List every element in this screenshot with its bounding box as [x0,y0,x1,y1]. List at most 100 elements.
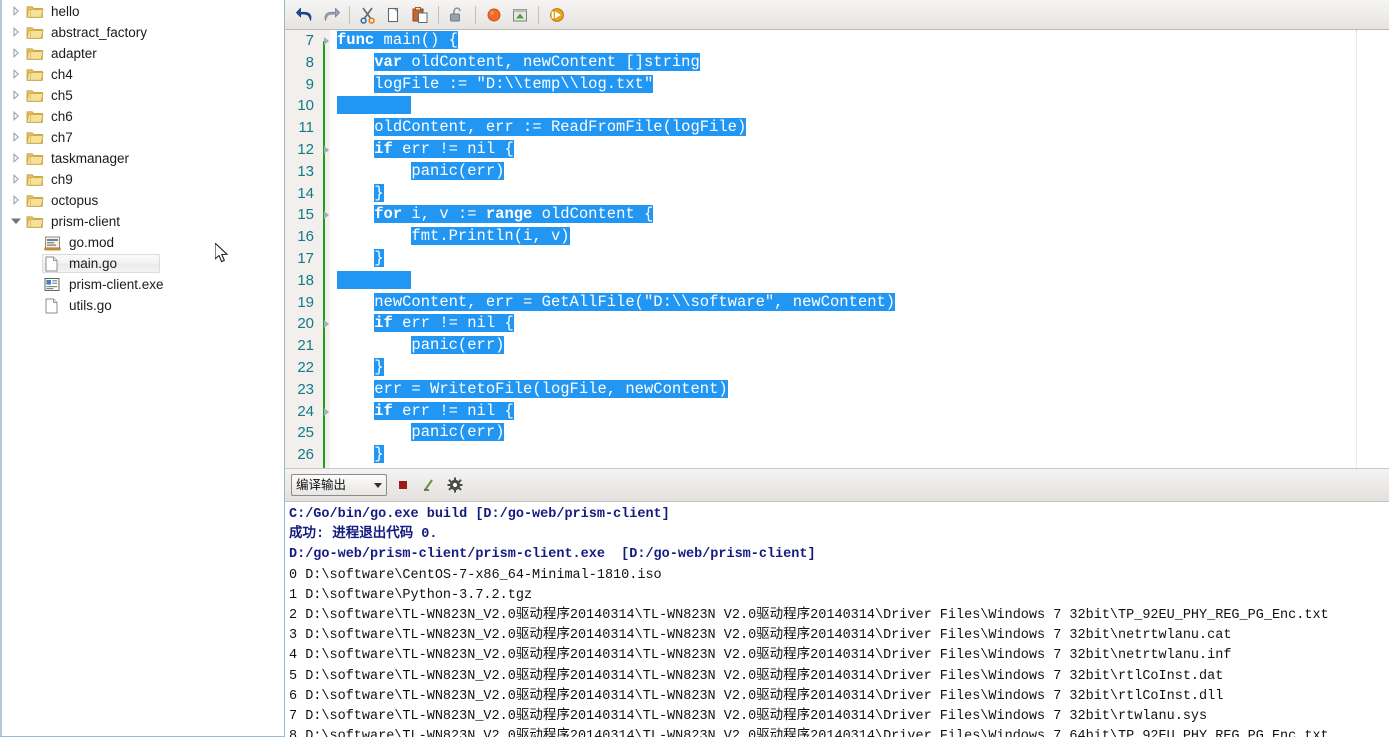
tree-item-main-go[interactable]: main.go [2,253,284,274]
line-number-value: 22 [297,358,314,376]
editor-toolbar[interactable] [285,0,1389,30]
code-line-text: panic(err) [411,336,505,355]
fold-triangle-icon[interactable] [324,211,329,220]
tree-item-abstract-factory[interactable]: abstract_factory [2,22,284,43]
output-line: 7 D:\software\TL-WN823N_V2.0驱动程序20140314… [289,709,1208,725]
chevron-down-icon[interactable] [10,215,24,229]
code-line[interactable]: panic(err) [337,335,1389,357]
chevron-right-icon[interactable] [10,131,24,145]
run-icon[interactable] [545,3,569,27]
code-line-text: for i, v := range oldContent { [374,205,654,224]
tree-item-ch9[interactable]: ch9 [2,169,284,190]
chevron-down-icon [374,482,382,488]
tree-item-prism-client[interactable]: prism-client [2,211,284,232]
code-line[interactable] [337,95,1389,117]
line-number-value: 18 [297,271,314,289]
save-macro-icon[interactable] [508,3,532,27]
executable-file-icon [44,277,62,293]
tree-item-adapter[interactable]: adapter [2,43,284,64]
code-line[interactable]: func main() { [337,30,1389,52]
tree-item-ch7[interactable]: ch7 [2,127,284,148]
code-line[interactable]: oldContent, err := ReadFromFile(logFile) [337,117,1389,139]
line-number-value: 14 [297,184,314,202]
toolbar-separator-3 [475,5,476,24]
code-line[interactable]: } [337,444,1389,466]
tree-item-hello[interactable]: hello [2,1,284,22]
code-line-text [337,270,412,289]
fold-triangle-icon[interactable] [324,320,329,329]
code-line-text: panic(err) [411,423,505,442]
folder-icon [26,109,44,125]
tree-item-label: ch9 [51,171,73,187]
line-number: 7 [285,30,330,52]
tree-item-label: ch6 [51,108,73,124]
chevron-right-icon[interactable] [10,173,24,187]
tree-item-octopus[interactable]: octopus [2,190,284,211]
chevron-right-icon[interactable] [10,110,24,124]
code-line[interactable]: var oldContent, newContent []string [337,52,1389,74]
output-line: 1 D:\software\Python-3.7.2.tgz [289,587,533,603]
code-line[interactable]: err = WritetoFile(logFile, newContent) [337,379,1389,401]
code-line[interactable]: if err != nil { [337,401,1389,423]
folder-icon [26,88,44,104]
chevron-right-icon[interactable] [10,194,24,208]
output-toolbar[interactable]: 编译输出 [285,469,1389,502]
clear-icon[interactable] [419,475,439,495]
code-line[interactable]: panic(err) [337,422,1389,444]
code-line[interactable]: if err != nil { [337,139,1389,161]
chevron-right-icon[interactable] [10,26,24,40]
paste-icon[interactable] [408,3,432,27]
code-editor-area[interactable]: 7 8 9 10 11 12 13 14 15 16 17 18 19 20 21 22 23 24 25 26 fu… [285,30,1389,469]
tree-item-taskmanager[interactable]: taskmanager [2,148,284,169]
stop-icon[interactable] [393,475,413,495]
line-number-value: 17 [297,249,314,267]
output-line: 4 D:\software\TL-WN823N_V2.0驱动程序20140314… [289,648,1232,664]
code-line[interactable]: logFile := "D:\\temp\\log.txt" [337,74,1389,96]
redo-icon[interactable] [319,3,343,27]
fold-triangle-icon[interactable] [324,407,329,416]
project-tree[interactable]: hello abstract_factory adapter ch4 ch5 ch6 ch7… [2,0,284,316]
output-console[interactable]: C:/Go/bin/go.exe build [D:/go-web/prism-… [285,502,1389,737]
code-line[interactable]: if err != nil { [337,313,1389,335]
tree-item-ch4[interactable]: ch4 [2,64,284,85]
line-number-value: 23 [297,380,314,398]
line-number: 13 [285,161,330,183]
cut-icon[interactable] [356,3,380,27]
chevron-right-icon[interactable] [10,152,24,166]
code-line[interactable]: for i, v := range oldContent { [337,204,1389,226]
tree-item-utils-go[interactable]: utils.go [2,295,284,316]
code-line[interactable]: } [337,357,1389,379]
output-panel[interactable]: 编译输出 C:/Go/bin/go.exe build [D:/go-web/p… [285,469,1389,737]
unlock-icon[interactable] [445,3,469,27]
code-line[interactable]: fmt.Println(i, v) [337,226,1389,248]
tree-item-label: go.mod [69,234,115,250]
tree-item-prism-client-exe[interactable]: prism-client.exe [2,274,284,295]
output-source-select[interactable]: 编译输出 [291,474,387,496]
code-line[interactable]: } [337,183,1389,205]
tree-item-label: prism-client.exe [69,276,164,292]
code-line[interactable]: newContent, err = GetAllFile("D:\\softwa… [337,292,1389,314]
line-number-value: 24 [297,402,314,420]
code-text[interactable]: func main() { var oldContent, newContent… [330,30,1389,468]
code-line[interactable] [337,270,1389,292]
chevron-right-icon[interactable] [10,47,24,61]
tree-item-ch6[interactable]: ch6 [2,106,284,127]
fold-triangle-icon[interactable] [324,145,329,154]
chevron-right-icon[interactable] [10,68,24,82]
copy-icon[interactable] [382,3,406,27]
tree-item-ch5[interactable]: ch5 [2,85,284,106]
code-line-text: func main() { [337,31,458,49]
code-line[interactable]: } [337,248,1389,270]
output-header-line: C:/Go/bin/go.exe build [D:/go-web/prism-… [289,507,670,522]
gear-icon[interactable] [445,475,465,495]
project-explorer-panel[interactable]: hello abstract_factory adapter ch4 ch5 ch6 ch7… [0,0,285,737]
chevron-right-icon[interactable] [10,89,24,103]
tree-item-go-mod[interactable]: go.mod [2,232,284,253]
code-editor[interactable]: 7 8 9 10 11 12 13 14 15 16 17 18 19 20 21 22 23 24 25 26 fu… [285,30,1389,468]
record-icon[interactable] [482,3,506,27]
folder-icon [26,67,44,83]
fold-triangle-icon[interactable] [324,37,329,45]
code-line[interactable]: panic(err) [337,161,1389,183]
undo-icon[interactable] [293,3,317,27]
chevron-right-icon[interactable] [10,5,24,19]
